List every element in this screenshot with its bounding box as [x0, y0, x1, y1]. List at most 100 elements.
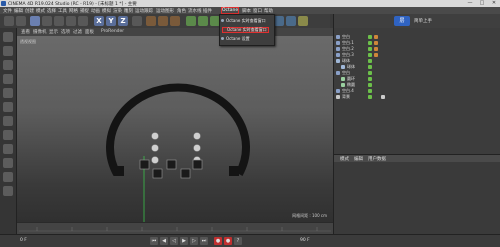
light-icon[interactable] [298, 16, 308, 26]
visibility-check-icon[interactable] [368, 47, 372, 51]
visibility-check-icon[interactable] [368, 71, 372, 75]
null-object-icon [336, 41, 340, 45]
tweak-mode-icon[interactable] [3, 144, 13, 154]
go-to-end-icon[interactable]: ⏭ [200, 237, 208, 245]
viewport-menu-prorender[interactable]: ProRender [101, 29, 124, 34]
points-mode-icon[interactable] [3, 88, 13, 98]
panel-header: 层 简单上手 [334, 14, 500, 28]
visibility-check-icon[interactable] [368, 83, 372, 87]
visibility-check-icon[interactable] [368, 59, 372, 63]
z-axis-button[interactable]: Z [118, 16, 128, 26]
background-object-icon [336, 95, 340, 99]
octane-live-viewer-item[interactable]: Octane 实时查看窗口 [226, 18, 266, 24]
object-manager-panel: 层 简单上手 空白 空白.1 空白.2 空白.3 球体 球体 空白 圆环 椭圆 … [333, 14, 500, 234]
workplane-icon[interactable] [3, 74, 13, 84]
coordinate-system-icon[interactable] [132, 16, 142, 26]
floor-icon[interactable] [274, 16, 284, 26]
visibility-check-icon[interactable] [368, 53, 372, 57]
axis-mode-icon[interactable] [3, 130, 13, 140]
viewport-menu-display[interactable]: 显示 [49, 29, 58, 35]
move-icon[interactable] [42, 16, 52, 26]
attribute-manager-body [334, 162, 500, 234]
redo-icon[interactable] [16, 16, 26, 26]
snap-icon[interactable] [3, 158, 13, 168]
pen-icon[interactable] [198, 16, 208, 26]
octane-live-viewer-item-highlighted[interactable]: Octane 实时查看窗口 [222, 27, 269, 33]
material-tag-icon[interactable] [374, 47, 378, 51]
viewport-menu-filter[interactable]: 过滤 [73, 29, 82, 35]
texture-mode-icon[interactable] [3, 60, 13, 70]
camera-icon[interactable] [286, 16, 296, 26]
null-object-icon [336, 35, 340, 39]
y-axis-button[interactable]: Y [106, 16, 116, 26]
make-editable-icon[interactable] [3, 32, 13, 42]
polygons-mode-icon[interactable] [3, 116, 13, 126]
keyframe-icon[interactable]: ? [234, 237, 242, 245]
playback-bar: 0 F ⏮ ◀ ◁ ▶ ▷ ⏭ ● ● ? 90 F [0, 234, 500, 247]
octane-icon [221, 19, 224, 22]
render-view-icon[interactable] [146, 16, 156, 26]
autokey-icon[interactable]: ● [224, 237, 232, 245]
undo-icon[interactable] [4, 16, 14, 26]
checker-tag-icon[interactable] [381, 95, 385, 99]
planar-workplane-icon[interactable] [3, 186, 13, 196]
menu-octane[interactable]: Octane [221, 7, 239, 14]
live-select-icon[interactable] [30, 16, 40, 26]
scene-render [106, 83, 250, 222]
material-tag-icon[interactable] [374, 53, 378, 57]
perspective-viewport[interactable]: 透视视图 网格间距 : 100 cm [17, 36, 333, 222]
rotate-icon[interactable] [66, 16, 76, 26]
cube-icon[interactable] [186, 16, 196, 26]
edges-mode-icon[interactable] [3, 102, 13, 112]
render-settings-icon[interactable] [170, 16, 180, 26]
minimize-button[interactable]: — [464, 0, 476, 7]
null-object-icon [336, 47, 340, 51]
play-backwards-icon[interactable]: ◁ [170, 237, 178, 245]
visibility-check-icon[interactable] [368, 65, 372, 69]
visibility-check-icon[interactable] [368, 35, 372, 39]
ellipse-spline-icon [341, 83, 345, 87]
layer-logo[interactable]: 层 [394, 16, 410, 26]
material-tag-icon[interactable] [374, 41, 378, 45]
sphere-object-icon [341, 65, 345, 69]
viewport-menu-view[interactable]: 查看 [21, 29, 30, 35]
viewport-menu-camera[interactable]: 摄像机 [33, 29, 47, 35]
next-key-icon[interactable]: ▷ [190, 237, 198, 245]
ring-end-left [114, 166, 124, 176]
visibility-check-icon[interactable] [368, 41, 372, 45]
previous-key-icon[interactable]: ◀ [160, 237, 168, 245]
maximize-button[interactable]: □ [476, 0, 488, 7]
ring-end-right [229, 166, 239, 176]
go-to-start-icon[interactable]: ⏮ [150, 237, 158, 245]
octane-dropdown-menu: Octane 实时查看窗口 Octane 实时查看窗口 Octane 设置 [219, 14, 275, 46]
scale-icon[interactable] [54, 16, 64, 26]
null-object-icon [336, 71, 340, 75]
visibility-check-icon[interactable] [368, 77, 372, 81]
render-picture-viewer-icon[interactable] [158, 16, 168, 26]
menu-bar: 文件 编辑 创建 模式 选择 工具 网格 捕捉 动画 模拟 渲染 雕刻 运动跟踪… [0, 7, 500, 14]
octane-settings-item[interactable]: Octane 设置 [226, 36, 250, 42]
model-mode-icon[interactable] [3, 46, 13, 56]
locked-workplane-icon[interactable] [3, 172, 13, 182]
viewport-menu-bar: 查看 摄像机 显示 选项 过滤 面板 ProRender [17, 28, 333, 36]
play-forward-icon[interactable]: ▶ [180, 237, 188, 245]
object-list: 空白 空白.1 空白.2 空白.3 球体 球体 空白 圆环 椭圆 空白.4 背景 [334, 34, 500, 100]
list-item[interactable]: 背景 [334, 94, 500, 100]
cinema4d-logo-icon [1, 1, 6, 6]
grid-spacing-readout: 网格间距 : 100 cm [292, 213, 327, 218]
current-frame[interactable]: 0 F [20, 238, 27, 243]
octane-settings-icon [221, 37, 224, 40]
recent-tools-icon[interactable] [78, 16, 88, 26]
x-axis-button[interactable]: X [94, 16, 104, 26]
visibility-check-icon[interactable] [368, 95, 372, 99]
viewport-menu-panel[interactable]: 面板 [85, 29, 94, 35]
close-button[interactable]: ✕ [488, 0, 500, 7]
end-frame[interactable]: 90 F [300, 238, 310, 243]
panel-header-text[interactable]: 简单上手 [414, 18, 432, 24]
main-toolbar: X Y Z [0, 14, 330, 29]
material-tag-icon[interactable] [374, 35, 378, 39]
record-icon[interactable]: ● [214, 237, 222, 245]
cube-group [139, 159, 203, 179]
viewport-menu-options[interactable]: 选项 [61, 29, 70, 35]
visibility-check-icon[interactable] [368, 89, 372, 93]
